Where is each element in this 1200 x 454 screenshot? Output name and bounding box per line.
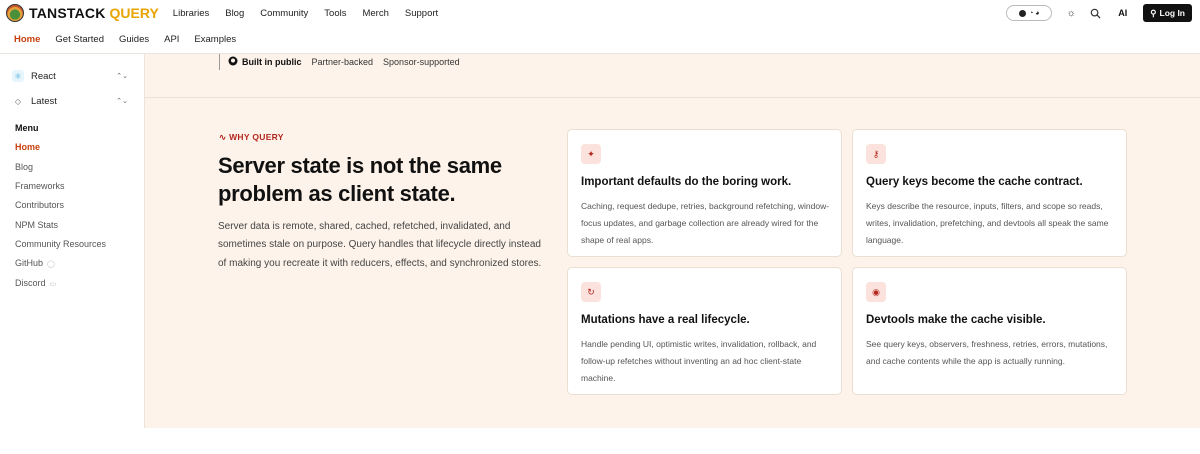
- subnav-api[interactable]: API: [164, 34, 179, 45]
- github-icon: [1019, 9, 1027, 17]
- badges-row: Built in public Partner-backed Sponsor-s…: [219, 54, 470, 70]
- sparkle-icon: ✦: [581, 144, 601, 164]
- topnav-blog[interactable]: Blog: [225, 8, 244, 19]
- chevron-updown-icon: ⌃⌄: [116, 98, 128, 105]
- ai-button[interactable]: AI: [1112, 6, 1133, 20]
- card-body: Handle pending UI, optimistic writes, in…: [581, 339, 817, 383]
- subnav-get-started[interactable]: Get Started: [55, 34, 104, 45]
- top-right-actions: ◔ ◕ ☼ AI ⚲ Log In: [1006, 4, 1192, 22]
- card-body: See query keys, observers, freshness, re…: [866, 339, 1108, 366]
- sidebar-item-home[interactable]: Home: [15, 142, 40, 152]
- top-strip: Built in public Partner-backed Sponsor-s…: [145, 54, 1200, 98]
- badge-sponsor-supported: Sponsor-supported: [383, 57, 460, 67]
- login-label: Log In: [1159, 8, 1186, 18]
- sidebar: ⚛ React ⌃⌄ ◇ Latest ⌃⌄ Menu Home Blog Fr…: [0, 54, 145, 428]
- search-icon[interactable]: [1088, 6, 1102, 20]
- tanstack-logo-icon: [6, 4, 24, 22]
- sidebar-item-community-resources[interactable]: Community Resources: [15, 239, 106, 249]
- eye-icon: ◉: [866, 282, 886, 302]
- sidebar-item-blog[interactable]: Blog: [15, 162, 33, 172]
- topnav-support[interactable]: Support: [405, 8, 438, 19]
- feature-card-defaults: ✦ Important defaults do the boring work.…: [567, 129, 842, 257]
- top-nav: Libraries Blog Community Tools Merch Sup…: [173, 8, 454, 19]
- user-icon: ⚲: [1150, 7, 1157, 18]
- sidebar-item-contributors[interactable]: Contributors: [15, 200, 64, 210]
- section-eyebrow: ∿ WHY QUERY: [219, 132, 284, 143]
- sidebar-item-npm-stats[interactable]: NPM Stats: [15, 220, 58, 230]
- badge-built-in-public: Built in public: [242, 57, 302, 67]
- stars-count-icon: ◔ ◕: [1029, 9, 1040, 17]
- section-headline: Server state is not the same problem as …: [218, 153, 502, 206]
- subnav-guides[interactable]: Guides: [119, 34, 149, 45]
- topnav-libraries[interactable]: Libraries: [173, 8, 209, 19]
- subnav-home[interactable]: Home: [14, 34, 40, 45]
- sidebar-item-github[interactable]: GitHub ◯: [15, 258, 55, 268]
- card-title: Important defaults do the boring work.: [581, 176, 792, 188]
- key-icon: ⚷: [866, 144, 886, 164]
- card-body: Caching, request dedupe, retries, backgr…: [581, 201, 830, 245]
- github-icon: ◯: [47, 261, 55, 268]
- github-stars-pill[interactable]: ◔ ◕: [1006, 5, 1053, 21]
- sidebar-item-discord[interactable]: Discord ▭: [15, 278, 56, 288]
- brand-name: TANSTACK: [29, 5, 106, 21]
- feature-card-query-keys: ⚷ Query keys become the cache contract. …: [852, 129, 1127, 257]
- tag-icon: ◇: [14, 96, 22, 106]
- discord-icon: ▭: [49, 281, 57, 288]
- pulse-icon: ∿: [219, 132, 227, 142]
- brand-logo[interactable]: TANSTACK QUERY: [6, 4, 159, 22]
- menu-title: Menu: [15, 123, 39, 133]
- version-select[interactable]: ◇ Latest ⌃⌄: [12, 92, 132, 110]
- card-title: Mutations have a real lifecycle.: [581, 314, 750, 326]
- sidebar-item-label: Discord: [15, 278, 46, 288]
- top-bar: TANSTACK QUERY Libraries Blog Community …: [0, 0, 1200, 26]
- theme-toggle-icon[interactable]: ☼: [1064, 6, 1078, 20]
- card-title: Devtools make the cache visible.: [866, 314, 1046, 326]
- eyebrow-text: WHY QUERY: [229, 132, 284, 142]
- feature-card-devtools: ◉ Devtools make the cache visible. See q…: [852, 267, 1127, 395]
- github-icon: [228, 56, 238, 68]
- topnav-tools[interactable]: Tools: [324, 8, 346, 19]
- sidebar-item-frameworks[interactable]: Frameworks: [15, 181, 65, 191]
- card-title: Query keys become the cache contract.: [866, 176, 1083, 188]
- login-button[interactable]: ⚲ Log In: [1143, 4, 1192, 22]
- chevron-updown-icon: ⌃⌄: [116, 73, 128, 80]
- sub-nav: Home Get Started Guides API Examples: [0, 26, 1200, 54]
- main-content: Built in public Partner-backed Sponsor-s…: [145, 54, 1200, 428]
- refresh-icon: ↻: [581, 282, 601, 302]
- framework-select[interactable]: ⚛ React ⌃⌄: [12, 67, 132, 85]
- topnav-community[interactable]: Community: [260, 8, 308, 19]
- react-icon: ⚛: [12, 70, 24, 82]
- framework-select-value: React: [31, 70, 56, 82]
- card-body: Keys describe the resource, inputs, filt…: [866, 201, 1109, 245]
- brand-product: QUERY: [109, 5, 159, 21]
- section-lead: Server data is remote, shared, cached, r…: [218, 221, 542, 269]
- sidebar-item-label: GitHub: [15, 258, 44, 268]
- feature-card-mutations: ↻ Mutations have a real lifecycle. Handl…: [567, 267, 842, 395]
- version-select-value: Latest: [31, 95, 57, 107]
- badge-partner-backed: Partner-backed: [311, 57, 374, 67]
- subnav-examples[interactable]: Examples: [194, 34, 236, 45]
- topnav-merch[interactable]: Merch: [362, 8, 388, 19]
